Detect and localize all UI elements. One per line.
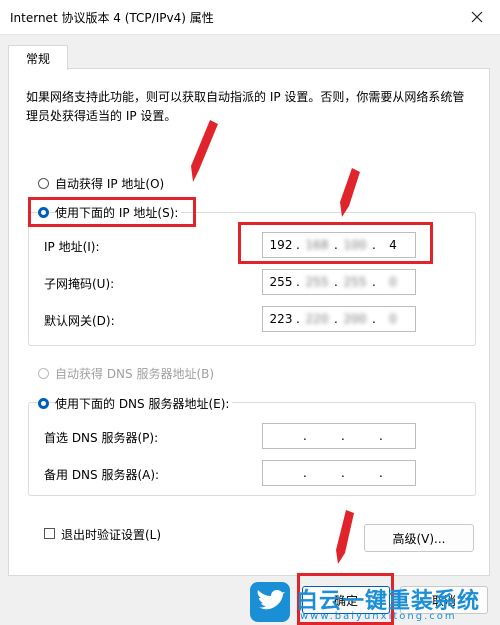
- arrow-icon: [336, 510, 354, 564]
- annotation-arrows: [191, 120, 360, 564]
- watermark: 白云一键重装系统 www.baiyunxitong.com: [248, 580, 500, 625]
- tab-general[interactable]: 常规: [8, 45, 68, 70]
- bird-logo-icon: [250, 582, 290, 622]
- arrow-icon: [340, 168, 360, 217]
- watermark-url: www.baiyunxitong.com: [300, 611, 457, 622]
- arrow-icon: [191, 120, 218, 182]
